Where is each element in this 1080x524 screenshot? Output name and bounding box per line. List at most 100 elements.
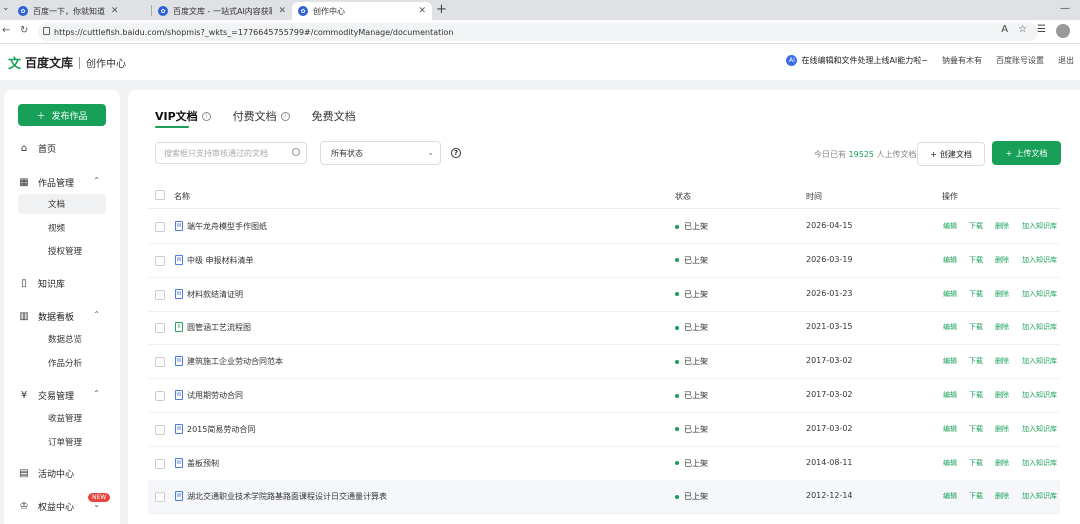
- table-row[interactable]: W 试用期劳动合同 已上架 2017-03-02 编辑 下载 删除 加入知识库: [148, 379, 1060, 413]
- download-link[interactable]: 下载: [969, 491, 983, 501]
- download-link[interactable]: 下载: [969, 390, 983, 400]
- sidebar-item-works[interactable]: ▦ 作品管理 ⌃: [18, 172, 106, 192]
- close-tab-icon[interactable]: ✕: [278, 6, 286, 16]
- edit-link[interactable]: 编辑: [943, 424, 957, 434]
- sidebar-item-home[interactable]: ⌂ 首页: [18, 138, 106, 158]
- edit-link[interactable]: 编辑: [943, 221, 957, 231]
- browser-tab-active[interactable]: ✿ 创作中心 ✕: [292, 2, 432, 20]
- delete-link[interactable]: 删除: [995, 289, 1009, 299]
- table-row[interactable]: W 2015简易劳动合同 已上架 2017-03-02 编辑 下载 删除 加入知识库: [148, 413, 1060, 447]
- logo[interactable]: 文 百度文库 创作中心: [8, 53, 126, 72]
- tab-vip-docs[interactable]: VIP文档 i: [155, 108, 211, 124]
- account-settings-link[interactable]: 百度账号设置: [996, 55, 1044, 66]
- row-checkbox[interactable]: [155, 289, 165, 300]
- add-to-knowledge-link[interactable]: 加入知识库: [1022, 322, 1057, 332]
- profile-avatar[interactable]: [1056, 24, 1070, 38]
- tab-free-docs[interactable]: 免费文档: [312, 108, 356, 124]
- sidebar-item-activity[interactable]: ▤ 活动中心: [18, 463, 106, 483]
- document-name[interactable]: 圆管涵工艺流程图: [187, 322, 251, 333]
- select-all-checkbox[interactable]: [155, 190, 165, 200]
- row-checkbox[interactable]: [155, 255, 165, 266]
- search-icon[interactable]: [292, 148, 300, 156]
- table-row[interactable]: X 圆管涵工艺流程图 已上架 2021-03-15 编辑 下载 删除 加入知识库: [148, 311, 1060, 346]
- edit-link[interactable]: 编辑: [943, 458, 957, 468]
- upload-doc-button[interactable]: + 上传文档: [992, 141, 1061, 165]
- info-icon[interactable]: i: [280, 111, 290, 121]
- add-to-knowledge-link[interactable]: 加入知识库: [1022, 458, 1057, 468]
- edit-link[interactable]: 编辑: [943, 390, 957, 400]
- add-to-knowledge-link[interactable]: 加入知识库: [1022, 221, 1057, 231]
- sidebar-subitem-videos[interactable]: 视频: [18, 218, 106, 238]
- edit-link[interactable]: 编辑: [943, 356, 957, 366]
- sidebar-subitem-data-overview[interactable]: 数据总览: [18, 329, 106, 349]
- row-checkbox[interactable]: [155, 323, 165, 334]
- download-link[interactable]: 下载: [969, 255, 983, 265]
- minimize-window-icon[interactable]: —: [1060, 3, 1070, 14]
- delete-link[interactable]: 删除: [995, 356, 1009, 366]
- tab-list-chevron-icon[interactable]: ⌄: [2, 3, 10, 13]
- table-row[interactable]: W 材料款结清证明 已上架 2026-01-23 编辑 下载 删除 加入知识库: [148, 278, 1060, 312]
- reload-icon[interactable]: ↻: [20, 25, 28, 36]
- logout-link[interactable]: 退出: [1058, 55, 1074, 66]
- row-checkbox[interactable]: [155, 222, 165, 232]
- delete-link[interactable]: 删除: [995, 221, 1009, 231]
- sidebar-item-trade[interactable]: ¥ 交易管理 ⌃: [18, 385, 106, 405]
- document-name[interactable]: 试用期劳动合同: [187, 390, 243, 401]
- sidebar-subitem-works-analysis[interactable]: 作品分析: [18, 353, 106, 373]
- download-link[interactable]: 下载: [969, 458, 983, 468]
- download-link[interactable]: 下载: [969, 424, 983, 434]
- document-name[interactable]: 材料款结清证明: [187, 289, 243, 300]
- search-input[interactable]: 搜索框只支持审核通过的文档: [155, 142, 307, 164]
- favorite-star-icon[interactable]: ☆: [1018, 24, 1027, 38]
- read-aloud-icon[interactable]: A: [1001, 24, 1008, 38]
- help-icon[interactable]: ?: [451, 148, 461, 158]
- browser-tab[interactable]: ✿ 百度文库 - 一站式AI内容获取和创作 ✕: [152, 2, 292, 20]
- document-name[interactable]: 中级 申报材料清单: [187, 255, 254, 266]
- edit-link[interactable]: 编辑: [943, 255, 957, 265]
- delete-link[interactable]: 删除: [995, 491, 1009, 501]
- download-link[interactable]: 下载: [969, 322, 983, 332]
- download-link[interactable]: 下载: [969, 289, 983, 299]
- delete-link[interactable]: 删除: [995, 458, 1009, 468]
- row-checkbox[interactable]: [155, 492, 165, 503]
- url-field[interactable]: https://cuttlefish.baidu.com/shopmis?_wk…: [38, 23, 1038, 41]
- download-link[interactable]: 下载: [969, 221, 983, 231]
- add-to-knowledge-link[interactable]: 加入知识库: [1022, 289, 1057, 299]
- edit-link[interactable]: 编辑: [943, 322, 957, 332]
- ai-notice[interactable]: AI 在线编辑和文件处理上线AI能力啦~: [786, 55, 928, 66]
- username-link[interactable]: 钠叠有木有: [942, 55, 982, 66]
- close-tab-icon[interactable]: ✕: [418, 6, 426, 16]
- favorites-icon[interactable]: ☰: [1037, 24, 1046, 38]
- new-tab-icon[interactable]: +: [436, 2, 447, 17]
- create-doc-button[interactable]: + 创建文档: [917, 142, 985, 166]
- row-checkbox[interactable]: [155, 424, 165, 435]
- document-name[interactable]: 端午龙舟模型手作图纸: [187, 221, 267, 232]
- close-tab-icon[interactable]: ✕: [111, 6, 119, 16]
- publish-button[interactable]: ＋ 发布作品: [18, 104, 106, 126]
- back-icon[interactable]: ←: [2, 25, 10, 36]
- table-row[interactable]: W 盖板预制 已上架 2014-08-11 编辑 下载 删除 加入知识库: [148, 447, 1060, 481]
- table-row[interactable]: W 端午龙舟模型手作图纸 已上架 2026-04-15 编辑 下载 删除 加入知识库: [148, 210, 1060, 244]
- edit-link[interactable]: 编辑: [943, 289, 957, 299]
- sidebar-item-data[interactable]: ▥ 数据看板 ⌃: [18, 306, 106, 326]
- status-filter-select[interactable]: 所有状态 ⌄: [320, 141, 441, 165]
- sidebar-item-knowledge[interactable]: ▯ 知识库: [18, 273, 106, 293]
- document-name[interactable]: 盖板预制: [187, 458, 219, 469]
- row-checkbox[interactable]: [155, 458, 165, 469]
- add-to-knowledge-link[interactable]: 加入知识库: [1022, 390, 1057, 400]
- add-to-knowledge-link[interactable]: 加入知识库: [1022, 255, 1057, 265]
- sidebar-subitem-documents[interactable]: 文档: [18, 194, 106, 214]
- row-checkbox[interactable]: [155, 357, 165, 368]
- table-row[interactable]: W 中级 申报材料清单 已上架 2026-03-19 编辑 下载 删除 加入知识库: [148, 244, 1060, 278]
- sidebar-subitem-authorization[interactable]: 授权管理: [18, 241, 106, 261]
- delete-link[interactable]: 删除: [995, 322, 1009, 332]
- add-to-knowledge-link[interactable]: 加入知识库: [1022, 491, 1057, 501]
- add-to-knowledge-link[interactable]: 加入知识库: [1022, 356, 1057, 366]
- edit-link[interactable]: 编辑: [943, 491, 957, 501]
- info-icon[interactable]: i: [201, 111, 211, 121]
- sidebar-subitem-orders[interactable]: 订单管理: [18, 432, 106, 452]
- table-row[interactable]: W 建筑施工企业劳动合同范本 已上架 2017-03-02 编辑 下载 删除 加入知识库: [148, 345, 1060, 380]
- tab-paid-docs[interactable]: 付费文档 i: [233, 108, 290, 124]
- document-name[interactable]: 2015简易劳动合同: [187, 424, 255, 435]
- delete-link[interactable]: 删除: [995, 424, 1009, 434]
